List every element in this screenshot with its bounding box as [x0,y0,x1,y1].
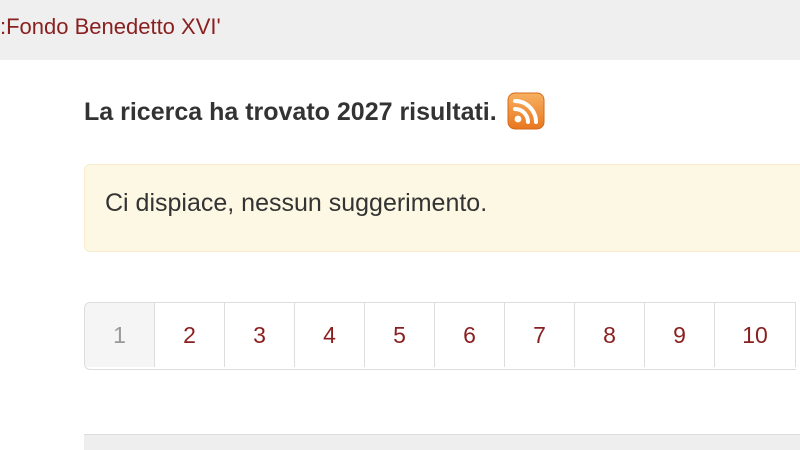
page-link-1[interactable]: 1 [85,303,155,367]
rss-feed-icon[interactable] [507,92,545,130]
search-query-bar: :Fondo Benedetto XVI' [0,0,800,60]
search-query-text[interactable]: :Fondo Benedetto XVI' [0,14,221,40]
alert-message: Ci dispiace, nessun suggerimento. [105,189,488,217]
results-count-text: La ricerca ha trovato 2027 risultati. [84,97,497,126]
page-link-7[interactable]: 7 [505,303,575,367]
results-list-panel [84,434,800,450]
page-link-6[interactable]: 6 [435,303,505,367]
page-link-9[interactable]: 9 [645,303,715,367]
page-link-2[interactable]: 2 [155,303,225,367]
page-link-10[interactable]: 10 [715,303,796,367]
no-suggestion-alert: Ci dispiace, nessun suggerimento. [84,164,800,252]
pagination: 1 2 3 4 5 6 7 8 9 10 [84,302,796,370]
page-link-5[interactable]: 5 [365,303,435,367]
results-count-heading: La ricerca ha trovato 2027 risultati. [84,92,545,130]
page-link-3[interactable]: 3 [225,303,295,367]
search-results-page: :Fondo Benedetto XVI' La ricerca ha trov… [0,0,800,450]
page-link-8[interactable]: 8 [575,303,645,367]
page-link-4[interactable]: 4 [295,303,365,367]
